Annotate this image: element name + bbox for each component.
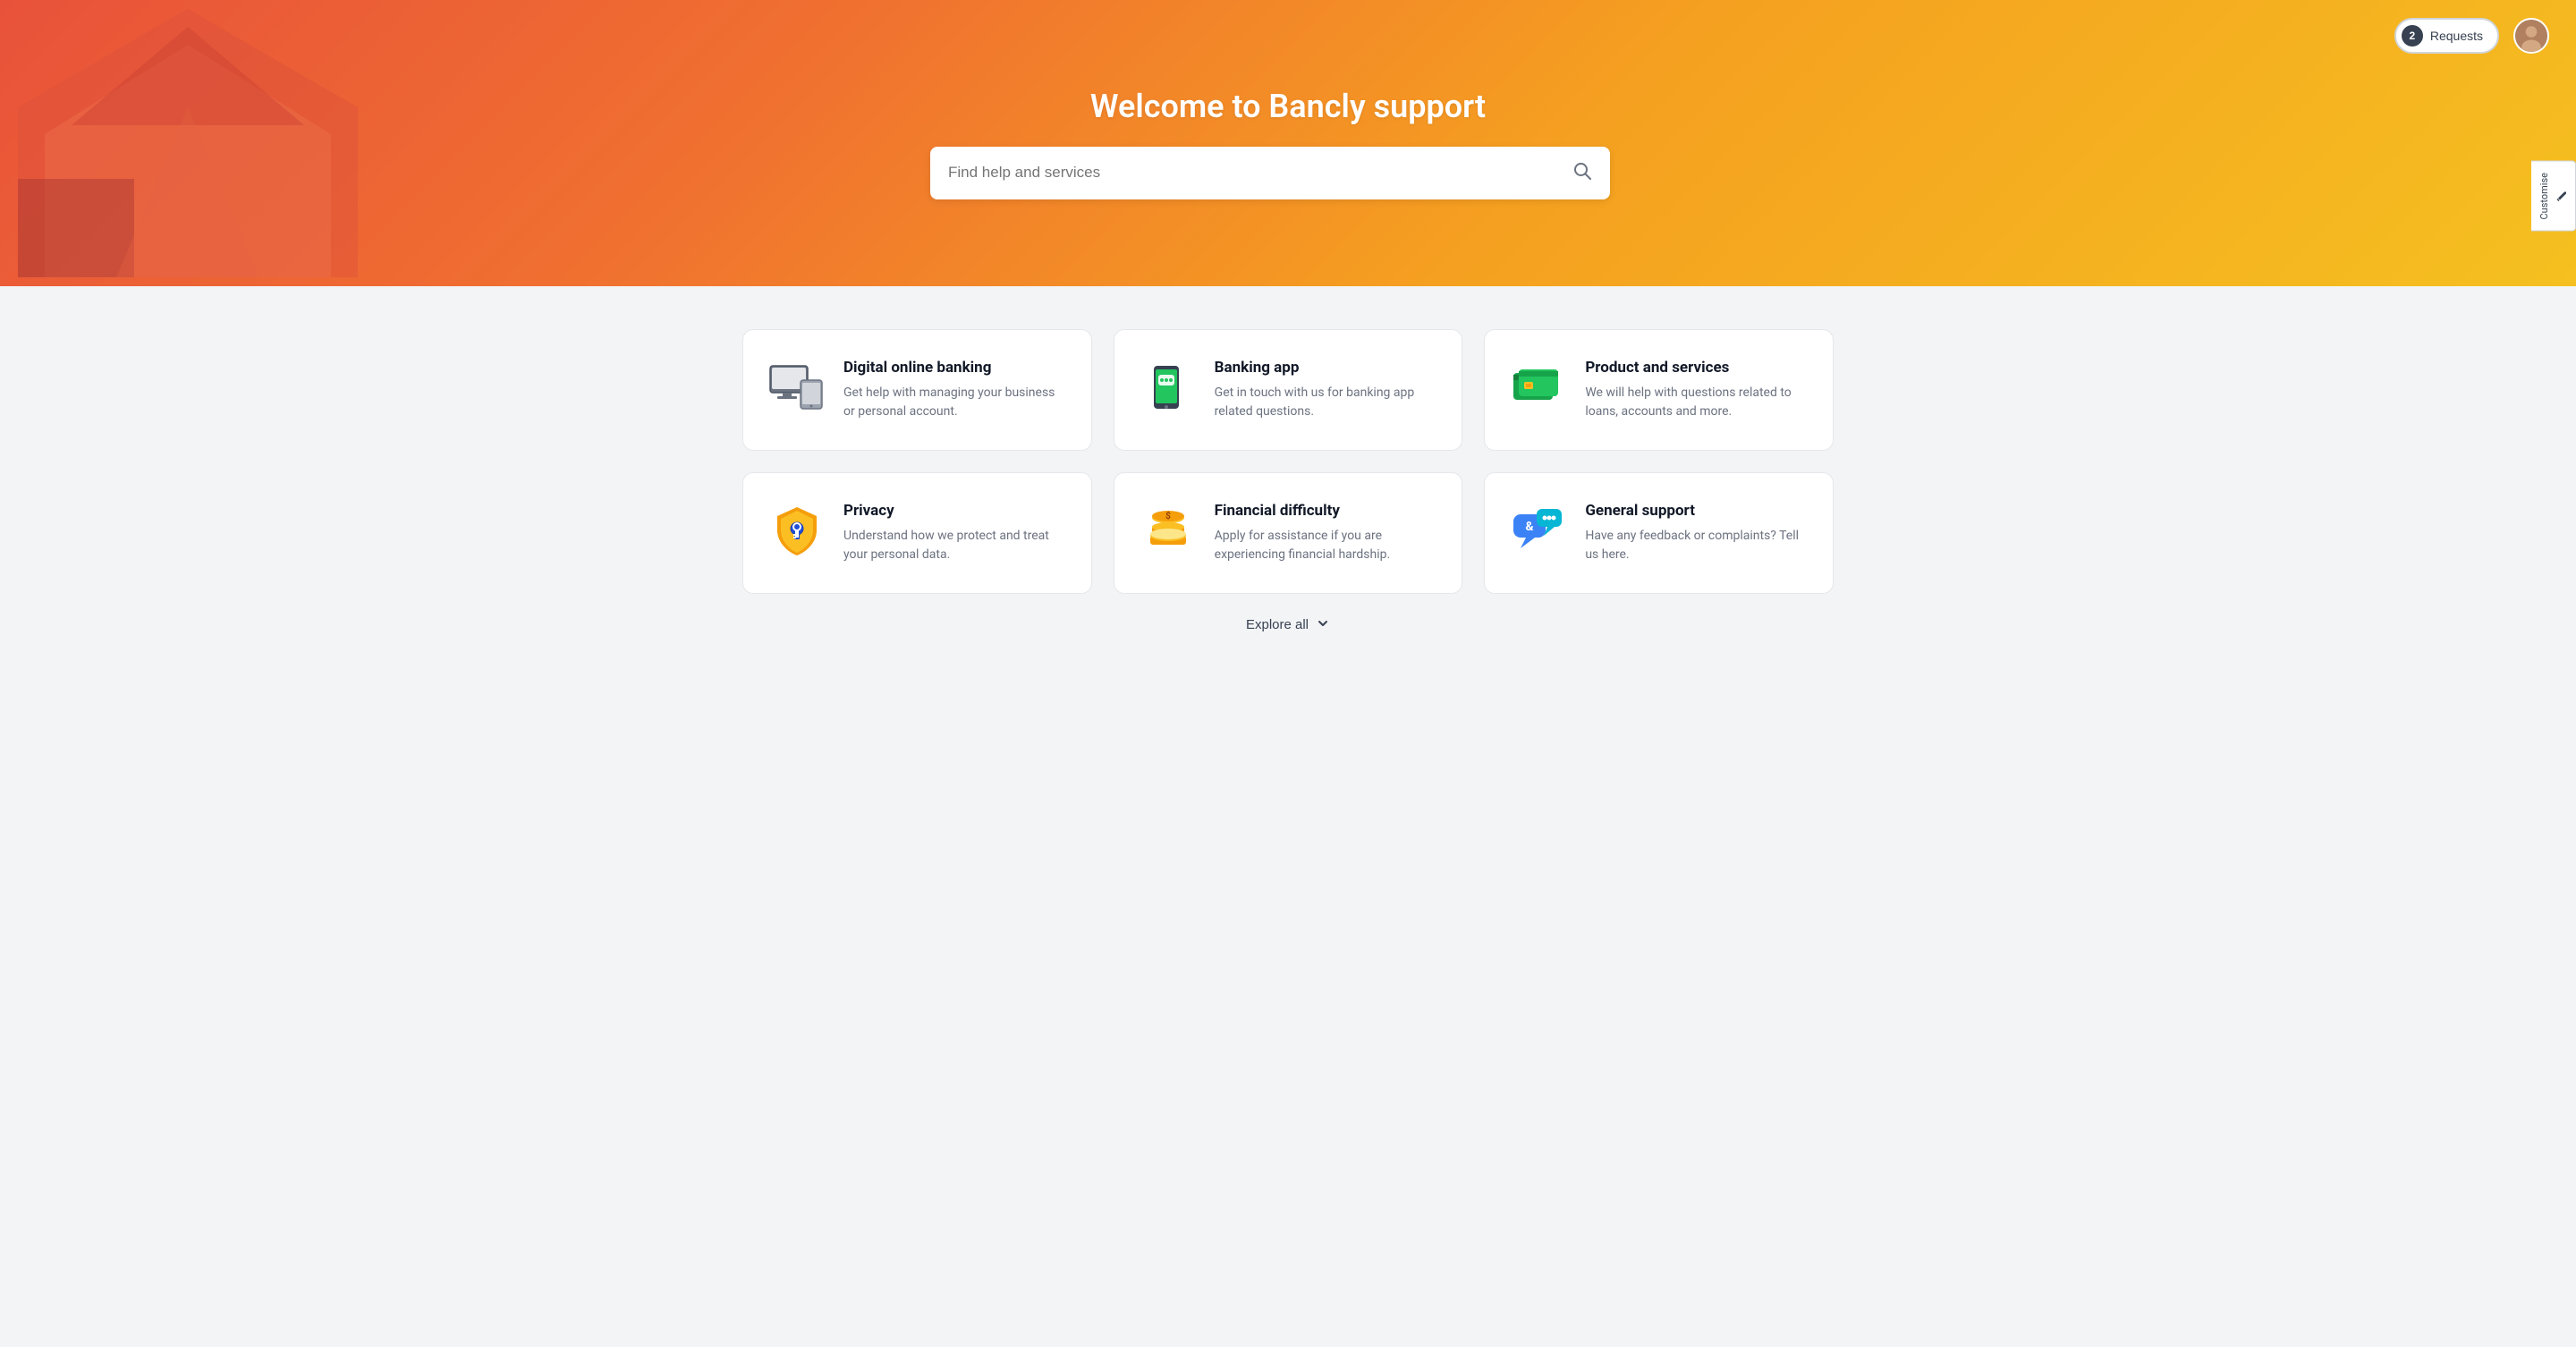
explore-all-section: Explore all bbox=[742, 615, 1834, 634]
main-content: Digital online banking Get help with man… bbox=[707, 286, 1869, 677]
privacy-icon bbox=[768, 502, 826, 559]
card-banking-app-title: Banking app bbox=[1215, 359, 1437, 377]
card-banking-app-text: Banking app Get in touch with us for ban… bbox=[1215, 359, 1437, 421]
digital-banking-icon bbox=[768, 359, 826, 416]
customise-button[interactable]: Customise bbox=[2531, 161, 2576, 232]
general-support-icon: & bbox=[1510, 502, 1567, 559]
explore-all-label: Explore all bbox=[1246, 617, 1309, 632]
card-digital-banking-title: Digital online banking bbox=[843, 359, 1066, 377]
card-general-support[interactable]: & General support Have any feedback or c… bbox=[1484, 472, 1834, 594]
card-privacy-desc: Understand how we protect and treat your… bbox=[843, 527, 1066, 564]
search-bar bbox=[930, 147, 1610, 199]
hero-content: Welcome to Bancly support bbox=[930, 88, 1646, 199]
card-product-services-text: Product and services We will help with q… bbox=[1585, 359, 1808, 421]
card-product-services-title: Product and services bbox=[1585, 359, 1808, 377]
customise-label: Customise bbox=[2538, 173, 2550, 220]
card-privacy-title: Privacy bbox=[843, 502, 1066, 520]
requests-button[interactable]: 2 Requests bbox=[2394, 18, 2499, 54]
explore-all-button[interactable]: Explore all bbox=[1246, 616, 1330, 634]
card-digital-banking[interactable]: Digital online banking Get help with man… bbox=[742, 329, 1092, 451]
avatar-image bbox=[2515, 20, 2547, 52]
banking-app-icon bbox=[1140, 359, 1197, 416]
avatar[interactable] bbox=[2513, 18, 2549, 54]
card-general-support-title: General support bbox=[1585, 502, 1808, 520]
financial-difficulty-icon: $ bbox=[1140, 502, 1197, 559]
hero-title: Welcome to Bancly support bbox=[930, 88, 1646, 125]
svg-text:&: & bbox=[1526, 520, 1535, 534]
customise-tab-wrapper: Customise bbox=[2531, 161, 2576, 232]
card-banking-app-desc: Get in touch with us for banking app rel… bbox=[1215, 384, 1437, 421]
hero-section: 2 Requests Welcome to Bancly support bbox=[0, 0, 2576, 286]
card-digital-banking-desc: Get help with managing your business or … bbox=[843, 384, 1066, 421]
card-financial-difficulty-title: Financial difficulty bbox=[1215, 502, 1437, 520]
search-input[interactable] bbox=[948, 164, 1572, 182]
product-services-icon bbox=[1510, 359, 1567, 416]
card-privacy-text: Privacy Understand how we protect and tr… bbox=[843, 502, 1066, 564]
search-icon[interactable] bbox=[1572, 161, 1592, 185]
requests-badge: 2 bbox=[2402, 25, 2423, 47]
card-product-services[interactable]: Product and services We will help with q… bbox=[1484, 329, 1834, 451]
hero-decoration bbox=[0, 0, 376, 286]
card-banking-app[interactable]: Banking app Get in touch with us for ban… bbox=[1114, 329, 1463, 451]
card-financial-difficulty-text: Financial difficulty Apply for assistanc… bbox=[1215, 502, 1437, 564]
card-digital-banking-text: Digital online banking Get help with man… bbox=[843, 359, 1066, 421]
card-product-services-desc: We will help with questions related to l… bbox=[1585, 384, 1808, 421]
requests-label: Requests bbox=[2430, 29, 2483, 43]
svg-text:$: $ bbox=[1165, 510, 1171, 521]
top-nav: 2 Requests bbox=[2394, 18, 2549, 54]
card-general-support-desc: Have any feedback or complaints? Tell us… bbox=[1585, 527, 1808, 564]
card-financial-difficulty-desc: Apply for assistance if you are experien… bbox=[1215, 527, 1437, 564]
cards-grid: Digital online banking Get help with man… bbox=[742, 329, 1834, 594]
card-financial-difficulty[interactable]: $ Financial difficulty Apply for assista… bbox=[1114, 472, 1463, 594]
card-privacy[interactable]: Privacy Understand how we protect and tr… bbox=[742, 472, 1092, 594]
chevron-down-icon bbox=[1316, 616, 1330, 634]
card-general-support-text: General support Have any feedback or com… bbox=[1585, 502, 1808, 564]
